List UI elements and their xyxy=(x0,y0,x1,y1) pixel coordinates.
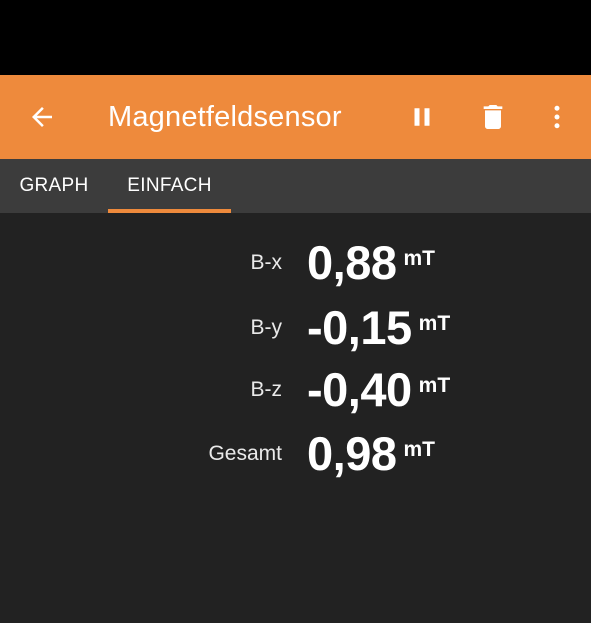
reading-number: -0,40 xyxy=(307,363,412,416)
pause-button[interactable] xyxy=(402,97,442,137)
tab-einfach[interactable]: EINFACH xyxy=(108,159,231,213)
reading-value: -0,40 mT xyxy=(307,356,450,420)
reading-number: 0,88 xyxy=(307,236,397,289)
reading-unit: mT xyxy=(418,374,451,397)
reading-value: 0,98 mT xyxy=(307,420,435,484)
tab-graph[interactable]: GRAPH xyxy=(0,159,108,213)
delete-button[interactable] xyxy=(473,97,513,137)
back-button[interactable] xyxy=(24,99,60,135)
reading-row-bz: B-z -0,40 mT xyxy=(0,356,591,416)
tab-bar: GRAPH EINFACH xyxy=(0,159,591,213)
reading-number: 0,98 xyxy=(307,427,397,480)
reading-label: B-x xyxy=(250,251,283,274)
reading-label: B-z xyxy=(250,378,283,401)
reading-number: -0,15 xyxy=(307,301,412,354)
reading-value: 0,88 mT xyxy=(307,229,435,293)
reading-label: Gesamt xyxy=(208,442,282,465)
arrow-left-icon xyxy=(32,107,52,127)
more-options-button[interactable] xyxy=(537,97,577,137)
reading-value: -0,15 mT xyxy=(307,294,450,358)
reading-row-gesamt: Gesamt 0,98 mT xyxy=(0,420,591,480)
app-bar: Magnetfeldsensor xyxy=(0,75,591,159)
reading-unit: mT xyxy=(403,438,435,461)
app-title: Magnetfeldsensor xyxy=(108,101,342,133)
reading-label: B-y xyxy=(250,316,283,339)
reading-row-bx: B-x 0,88 mT xyxy=(0,229,591,289)
pause-icon xyxy=(414,108,430,126)
trash-icon xyxy=(483,105,503,129)
reading-row-by: B-y -0,15 mT xyxy=(0,294,591,354)
status-bar-area xyxy=(0,0,591,75)
reading-unit: mT xyxy=(403,247,435,270)
readings-panel: B-x 0,88 mT B-y -0,15 mT B-z -0,40 mT Gesam… xyxy=(0,213,591,623)
reading-unit: mT xyxy=(418,312,451,335)
more-vert-icon xyxy=(554,105,560,129)
